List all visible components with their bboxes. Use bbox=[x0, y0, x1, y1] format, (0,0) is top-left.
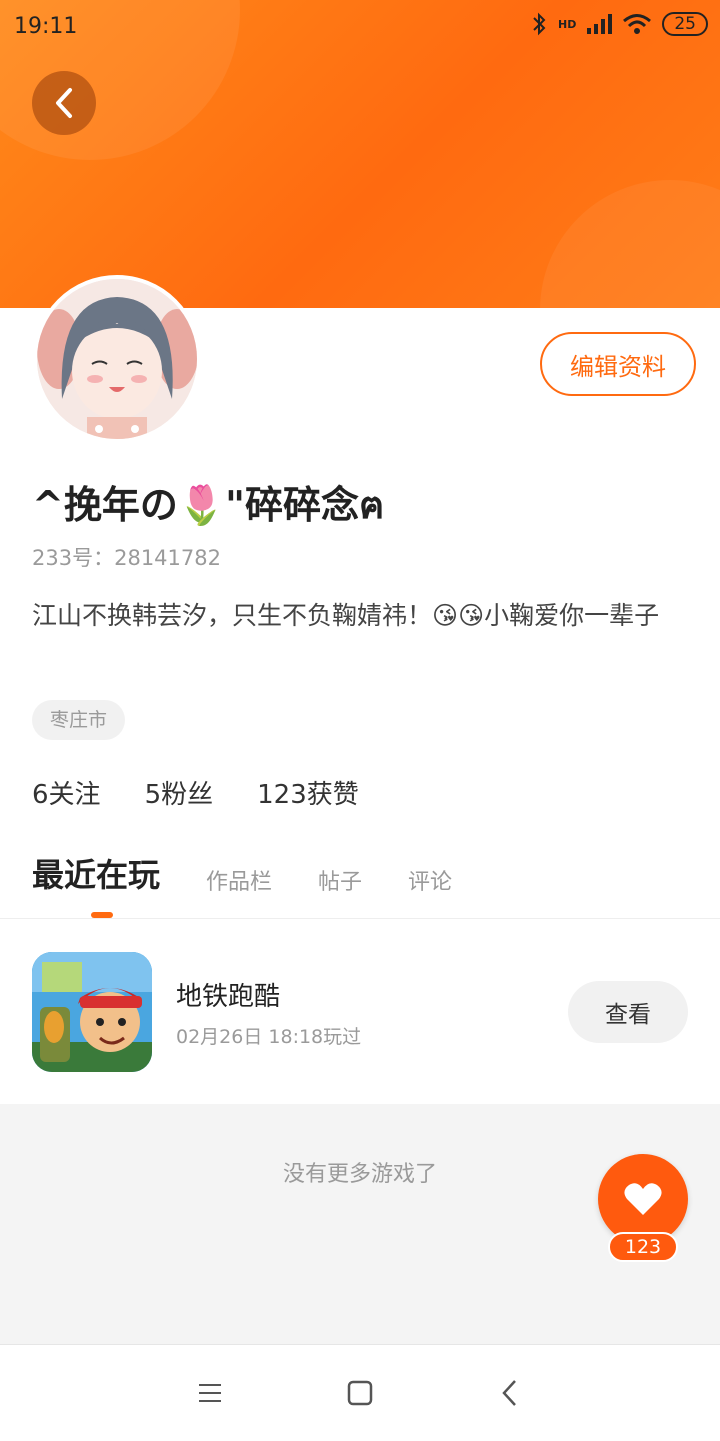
bluetooth-icon bbox=[533, 12, 546, 36]
game-title: 地铁跑酷 bbox=[176, 982, 281, 1012]
avatar-image bbox=[37, 279, 197, 439]
profile-bio: 江山不换韩芸汐，只生不负鞠婧祎！😘😘小鞠爱你一辈子 bbox=[32, 601, 660, 630]
status-icons: HD 25 bbox=[530, 12, 708, 36]
stat-followers[interactable]: 5粉丝 bbox=[145, 774, 214, 811]
game-thumbnail bbox=[32, 952, 152, 1072]
avatar[interactable] bbox=[33, 275, 201, 443]
nav-menu-button[interactable] bbox=[194, 1377, 226, 1409]
battery-indicator: 25 bbox=[662, 12, 708, 36]
status-bar: 19:11 HD 25 bbox=[0, 0, 720, 52]
home-icon bbox=[347, 1380, 373, 1406]
stat-value: 5 bbox=[144, 780, 162, 810]
back-icon bbox=[502, 1380, 516, 1406]
heart-icon bbox=[624, 1183, 662, 1215]
stat-label: 获赞 bbox=[306, 780, 359, 810]
like-count-badge: 123 bbox=[608, 1232, 678, 1262]
user-id-label: 233号： bbox=[32, 546, 115, 570]
network-type-label: HD bbox=[558, 17, 577, 31]
back-button[interactable] bbox=[32, 71, 96, 135]
banner-decoration bbox=[540, 180, 720, 308]
game-list-item[interactable]: 地铁跑酷 02月26日 18:18玩过 查看 bbox=[0, 920, 720, 1104]
game-last-played: 02月26日 18:18玩过 bbox=[176, 1026, 362, 1048]
tab-posts[interactable]: 帖子 bbox=[318, 864, 362, 896]
divider bbox=[0, 918, 720, 919]
nav-home-button[interactable] bbox=[344, 1377, 376, 1409]
nav-back-button[interactable] bbox=[494, 1377, 526, 1409]
status-time: 19:11 bbox=[14, 14, 78, 39]
tab-comments[interactable]: 评论 bbox=[408, 864, 452, 896]
edit-profile-button[interactable]: 编辑资料 bbox=[540, 332, 696, 396]
profile-tabs: 最近在玩 作品栏 帖子 评论 bbox=[32, 850, 498, 896]
back-arrow-icon bbox=[56, 88, 72, 118]
location-tag: 枣庄市 bbox=[32, 700, 126, 740]
view-game-button[interactable]: 查看 bbox=[568, 981, 688, 1043]
user-id: 233号：28141782 bbox=[32, 542, 221, 572]
profile-stats: 6关注 5粉丝 123获赞 bbox=[32, 774, 403, 811]
stat-following[interactable]: 6关注 bbox=[32, 774, 101, 811]
stat-label: 关注 bbox=[48, 780, 101, 810]
signal-icon bbox=[587, 14, 613, 34]
stat-likes[interactable]: 123获赞 bbox=[257, 774, 359, 811]
tab-recently-played[interactable]: 最近在玩 bbox=[32, 850, 160, 896]
user-id-value: 28141782 bbox=[114, 546, 221, 570]
menu-icon bbox=[199, 1384, 221, 1402]
like-button[interactable] bbox=[598, 1154, 688, 1244]
stat-label: 粉丝 bbox=[161, 780, 214, 810]
profile-nickname: ^挽年の🌷"碎碎念ฅ bbox=[32, 483, 385, 527]
stat-value: 6 bbox=[32, 780, 49, 810]
game-icon[interactable] bbox=[32, 952, 152, 1072]
system-navigation-bar bbox=[0, 1344, 720, 1441]
tab-works[interactable]: 作品栏 bbox=[206, 864, 272, 896]
stat-value: 123 bbox=[257, 780, 307, 810]
wifi-icon bbox=[623, 14, 652, 34]
